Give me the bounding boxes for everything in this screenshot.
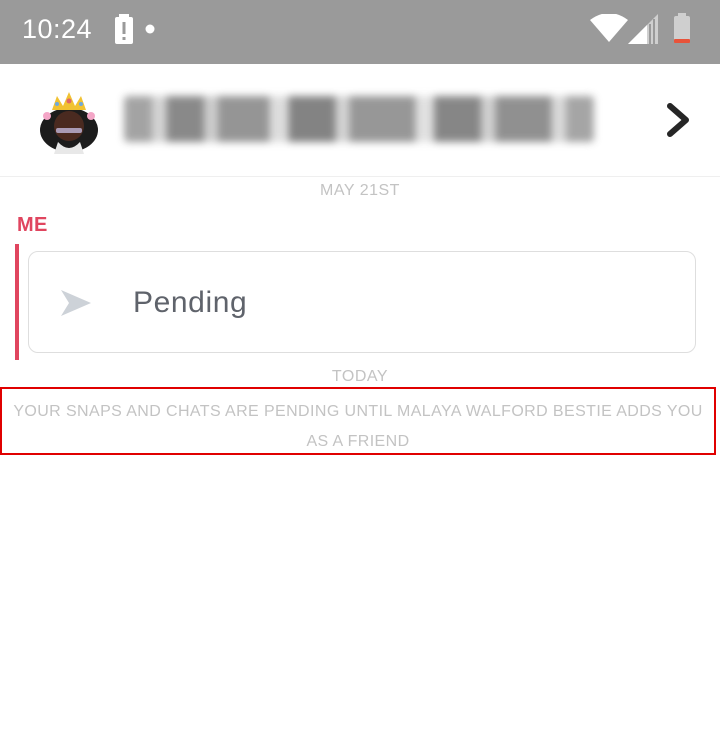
status-time: 10:24: [22, 14, 93, 44]
sender-label: ME: [17, 214, 48, 236]
signal-icon: [628, 14, 658, 44]
sent-arrow-icon: [61, 290, 91, 316]
pending-notice-text: YOUR SNAPS AND CHATS ARE PENDING UNTIL M…: [13, 403, 703, 450]
bitmoji-avatar-icon[interactable]: [38, 86, 100, 154]
notification-dot-icon: [145, 24, 155, 34]
chevron-right-icon[interactable]: [660, 100, 696, 140]
battery-alert-icon: [115, 14, 133, 44]
pending-notice: YOUR SNAPS AND CHATS ARE PENDING UNTIL M…: [0, 387, 716, 455]
status-bar: 10:24: [0, 0, 720, 64]
sender-indicator-bar: [15, 244, 19, 360]
date-separator: MAY 21ST: [320, 182, 400, 199]
wifi-icon: [590, 14, 628, 42]
chat-header[interactable]: [0, 64, 720, 177]
battery-icon: [674, 13, 690, 43]
contact-name[interactable]: [124, 96, 594, 142]
snap-message[interactable]: Pending: [28, 251, 696, 353]
snap-status: Pending: [133, 286, 248, 319]
date-separator-today: TODAY: [331, 368, 389, 385]
